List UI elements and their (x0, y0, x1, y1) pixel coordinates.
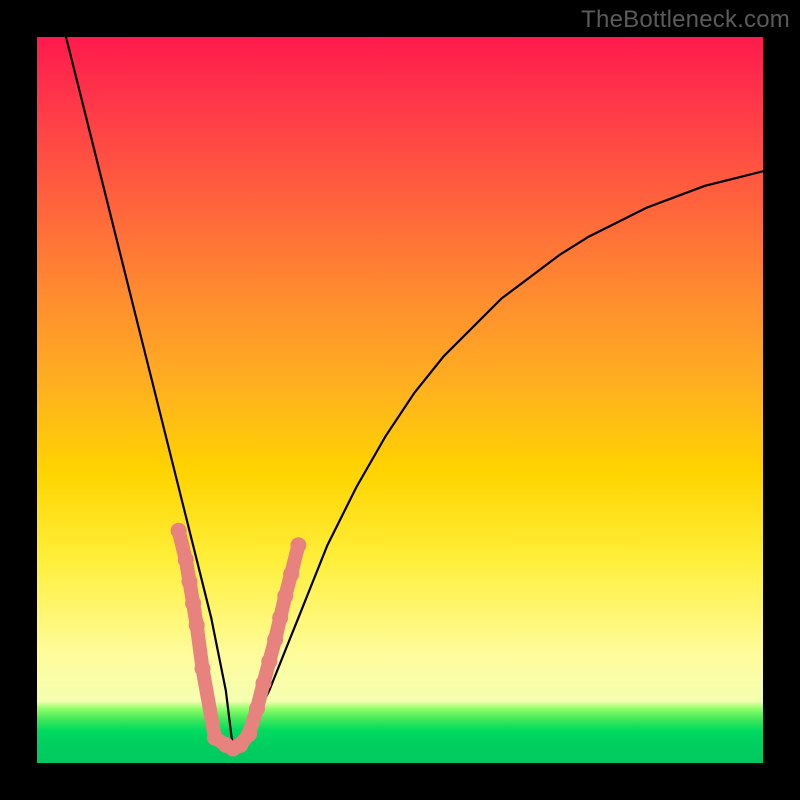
dot (185, 595, 201, 611)
chart-svg (37, 37, 763, 763)
dot (241, 726, 257, 742)
watermark-text: TheBottleneck.com (581, 6, 790, 34)
dot (256, 675, 272, 691)
dots-group (171, 523, 307, 757)
chart-frame: TheBottleneck.com (0, 0, 800, 800)
dot (178, 552, 194, 568)
dot (182, 574, 198, 590)
dot (283, 566, 299, 582)
dot (195, 661, 211, 677)
dot (249, 701, 265, 717)
dot (189, 617, 205, 633)
dot (267, 632, 283, 648)
bottleneck-curve (66, 37, 763, 749)
dot (277, 588, 293, 604)
chart-plot-area (37, 37, 763, 763)
dot (272, 610, 288, 626)
dot (171, 523, 187, 539)
dot (290, 537, 306, 553)
dot (261, 653, 277, 669)
